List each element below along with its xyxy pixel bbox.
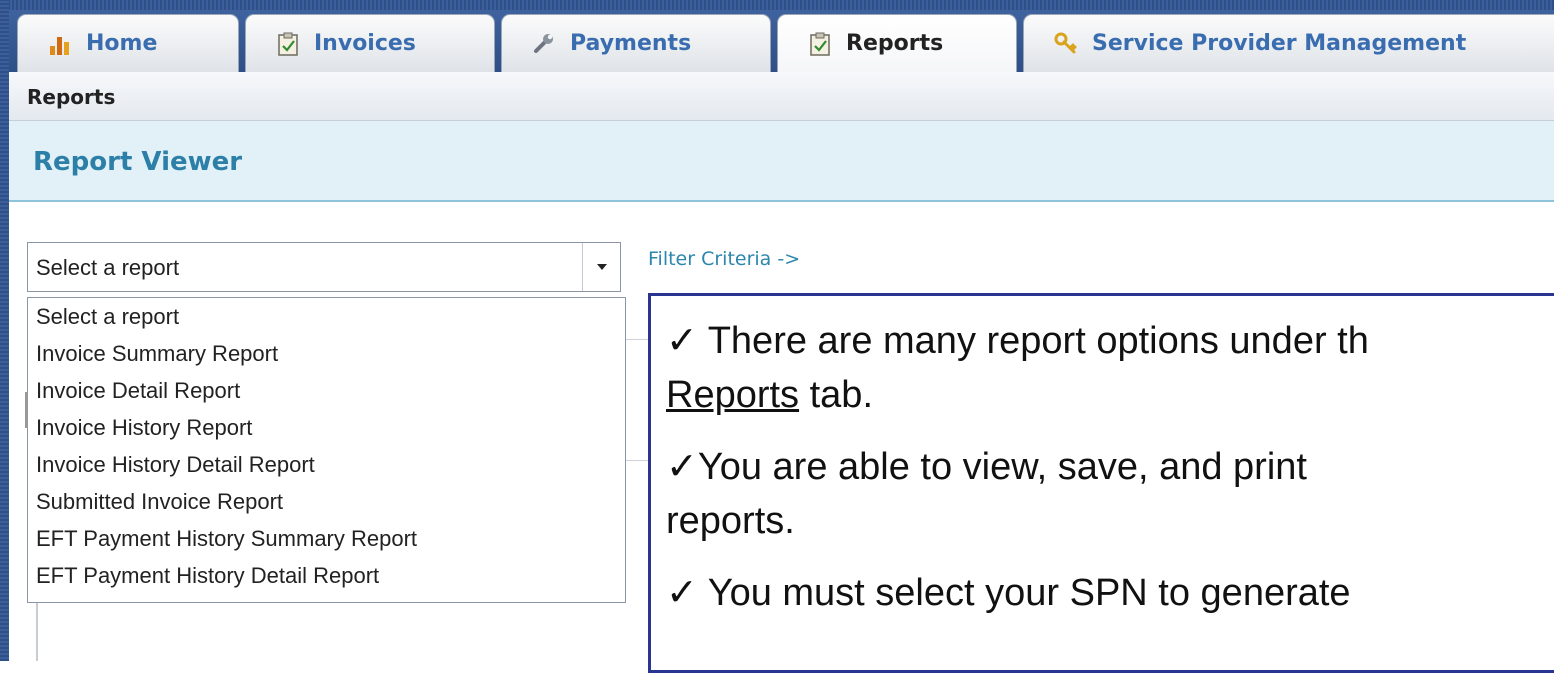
window-frame-top (0, 0, 1554, 10)
chevron-down-icon (596, 263, 607, 270)
tab-invoices[interactable]: Invoices (245, 14, 495, 72)
page-title: Report Viewer (33, 147, 243, 177)
tab-home[interactable]: Home (17, 14, 239, 72)
tab-reports[interactable]: Reports (777, 14, 1017, 72)
tab-label: Reports (846, 31, 944, 56)
checkmark-icon: ✓ (666, 446, 698, 488)
window-frame-left (0, 0, 9, 661)
clipboard-icon (808, 32, 832, 56)
wrench-icon (532, 32, 556, 56)
dropdown-option[interactable]: Invoice History Report (28, 412, 625, 449)
report-viewer-header: Report Viewer (9, 121, 1554, 202)
filter-criteria-link[interactable]: Filter Criteria -> (648, 248, 800, 270)
report-dropdown-list: Select a report Invoice Summary Report I… (27, 297, 626, 603)
dropdown-arrow-button[interactable] (582, 243, 620, 291)
report-select[interactable]: Select a report (27, 242, 621, 292)
panel-divider (25, 392, 28, 428)
tab-payments[interactable]: Payments (501, 14, 771, 72)
reports-tab-reference: Reports (666, 374, 800, 416)
checkmark-icon: ✓ (666, 572, 698, 614)
tab-service-provider-management[interactable]: Service Provider Management (1023, 14, 1554, 72)
sub-navigation-bar: Reports (9, 72, 1554, 121)
tab-label: Home (86, 31, 158, 56)
callout-point: ✓You are able to view, save, and print r… (666, 446, 1307, 542)
report-select-value: Select a report (36, 255, 180, 280)
breadcrumb[interactable]: Reports (27, 85, 115, 109)
instruction-callout: ✓ There are many report options under th… (648, 293, 1554, 673)
dropdown-option[interactable]: Invoice Detail Report (28, 375, 625, 412)
dropdown-option[interactable]: Select a report (28, 301, 625, 338)
checkmark-icon: ✓ (666, 320, 698, 362)
dropdown-option[interactable]: Invoice Summary Report (28, 338, 625, 375)
callout-point: ✓ You must select your SPN to generate (666, 572, 1351, 614)
dropdown-option[interactable]: Submitted Invoice Report (28, 486, 625, 523)
callout-point: ✓ There are many report options under th… (666, 320, 1369, 416)
clipboard-icon (276, 32, 300, 56)
panel-divider (36, 603, 38, 661)
key-icon (1054, 32, 1078, 56)
dropdown-option[interactable]: EFT Payment History Detail Report (28, 560, 625, 597)
dropdown-option[interactable]: EFT Payment History Summary Report (28, 523, 625, 560)
tab-label: Invoices (314, 31, 416, 56)
bar-chart-icon (48, 32, 72, 56)
callout-text: ✓ There are many report options under th… (666, 314, 1554, 638)
main-tab-bar: Home Invoices Payments Reports Service P… (9, 10, 1554, 72)
tab-label: Service Provider Management (1092, 31, 1467, 56)
dropdown-option[interactable]: Invoice History Detail Report (28, 449, 625, 486)
tab-label: Payments (570, 31, 692, 56)
